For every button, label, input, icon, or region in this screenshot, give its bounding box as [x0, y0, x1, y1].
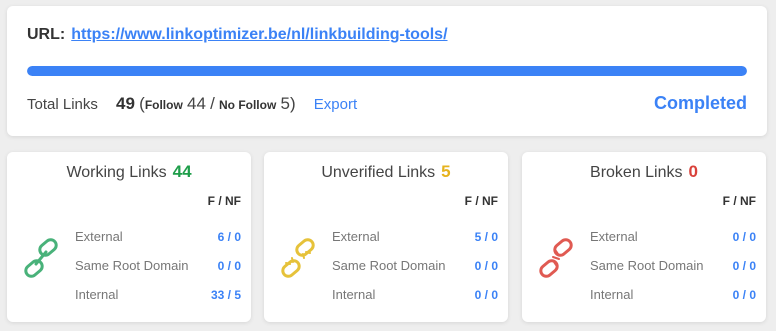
working-links-title: Working Links 44	[7, 162, 251, 182]
summary-card: URL: https://www.linkoptimizer.be/nl/link…	[7, 6, 767, 136]
nofollow-label: No Follow	[218, 98, 277, 112]
nofollow-value: 5)	[280, 94, 296, 113]
row-label: External	[590, 229, 638, 244]
row-label: External	[332, 229, 380, 244]
working-links-count: 44	[172, 162, 192, 181]
row-value[interactable]: 0 / 0	[733, 288, 756, 302]
row-value[interactable]: 5 / 0	[475, 230, 498, 244]
row-value[interactable]: 0 / 0	[475, 288, 498, 302]
broken-links-card: Broken Links 0 F / NF External 0 / 0 Same…	[522, 152, 766, 322]
row-value[interactable]: 0 / 0	[733, 259, 756, 273]
separator: /	[210, 94, 215, 113]
table-row: Same Root Domain 0 / 0	[75, 251, 241, 280]
progress-fill	[27, 66, 747, 76]
stats-row: Total Links 49 (Follow 44 / No Follow 5)…	[27, 94, 357, 114]
unverified-links-label: Unverified Links	[321, 164, 436, 181]
progress-bar	[27, 66, 747, 76]
row-value[interactable]: 0 / 0	[475, 259, 498, 273]
status-completed: Completed	[653, 93, 747, 113]
working-links-label: Working Links	[66, 164, 167, 181]
unverified-links-card: Unverified Links 5 F / NF External 5 / 0 …	[264, 152, 508, 322]
table-row: External 5 / 0	[332, 222, 498, 251]
unverified-fnf-header: F / NF	[464, 194, 498, 208]
table-row: External 0 / 0	[590, 222, 756, 251]
url-label: URL:	[27, 26, 66, 43]
table-row: Internal 0 / 0	[332, 280, 498, 309]
row-value[interactable]: 33 / 5	[211, 288, 241, 302]
row-value[interactable]: 0 / 0	[218, 259, 241, 273]
row-label: Internal	[590, 287, 634, 302]
table-row: Internal 33 / 5	[75, 280, 241, 309]
row-label: External	[75, 229, 123, 244]
total-links-label: Total Links	[27, 96, 98, 113]
working-fnf-header: F / NF	[207, 194, 241, 208]
unverified-links-rows: External 5 / 0 Same Root Domain 0 / 0 In…	[332, 222, 498, 309]
link-icon	[24, 238, 58, 278]
broken-fnf-header: F / NF	[722, 194, 756, 208]
broken-links-count: 0	[688, 162, 698, 181]
broken-links-title: Broken Links 0	[522, 162, 766, 182]
unverified-links-title: Unverified Links 5	[264, 162, 508, 182]
working-links-card: Working Links 44 F / NF External 6 / 0 Sa…	[7, 152, 251, 322]
row-label: Same Root Domain	[590, 258, 704, 273]
broken-links-label: Broken Links	[590, 164, 683, 181]
broken-links-rows: External 0 / 0 Same Root Domain 0 / 0 In…	[590, 222, 756, 309]
row-label: Same Root Domain	[75, 258, 189, 273]
export-link[interactable]: Export	[314, 96, 357, 113]
unverified-links-count: 5	[441, 162, 451, 181]
broken-link-icon	[539, 238, 573, 278]
follow-value: 44	[186, 94, 206, 113]
url-row: URL: https://www.linkoptimizer.be/nl/link…	[27, 26, 448, 44]
url-link[interactable]: https://www.linkoptimizer.be/nl/linkbuil…	[71, 26, 447, 43]
row-label: Internal	[332, 287, 376, 302]
table-row: Same Root Domain 0 / 0	[590, 251, 756, 280]
working-links-rows: External 6 / 0 Same Root Domain 0 / 0 In…	[75, 222, 241, 309]
table-row: Same Root Domain 0 / 0	[332, 251, 498, 280]
row-label: Internal	[75, 287, 119, 302]
row-label: Same Root Domain	[332, 258, 446, 273]
table-row: Internal 0 / 0	[590, 280, 756, 309]
table-row: External 6 / 0	[75, 222, 241, 251]
unverified-link-icon	[281, 238, 315, 278]
row-value[interactable]: 0 / 0	[733, 230, 756, 244]
total-links-value: 49	[116, 94, 135, 113]
row-value[interactable]: 6 / 0	[218, 230, 241, 244]
follow-label: Follow	[144, 98, 183, 112]
